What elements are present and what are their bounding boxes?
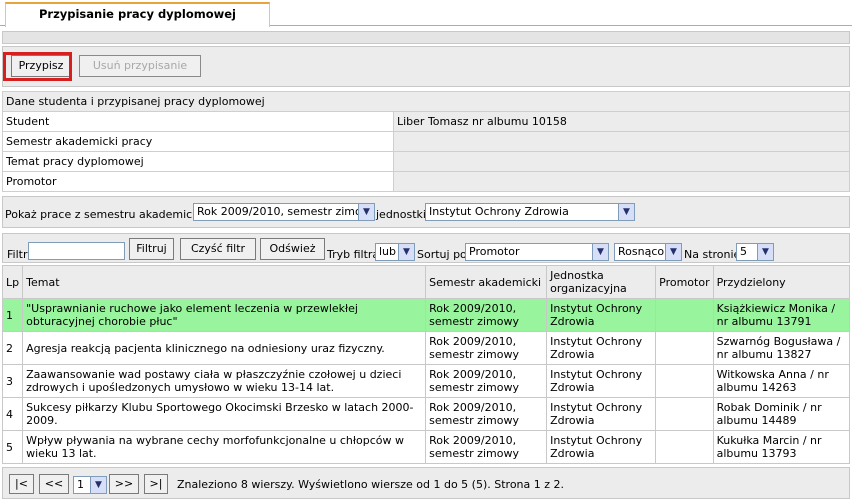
semester-filter-label: Pokaż prace z semestru akademickiego	[5, 208, 223, 221]
filter-button[interactable]: Filtruj	[129, 238, 174, 260]
details-value-student: Liber Tomasz nr albumu 10158	[393, 111, 850, 132]
per-page-select[interactable]: 5 ▼	[736, 243, 774, 261]
prev-page-button[interactable]: <<	[39, 474, 69, 494]
cell-promotor	[655, 364, 714, 398]
cell-promotor	[655, 397, 714, 431]
column-header-promotor[interactable]: Promotor	[655, 265, 714, 299]
filter-mode-select[interactable]: lub ▼	[375, 243, 415, 261]
cell-jednostka: Instytut Ochrony Zdrowia	[546, 397, 657, 431]
details-label-topic: Temat pracy dyplomowej	[2, 151, 394, 172]
cell-semestr: Rok 2009/2010, semestr zimowy	[425, 364, 548, 398]
cell-temat: Zaawansowanie wad postawy ciała w płaszc…	[22, 364, 427, 398]
details-label-promotor: Promotor	[2, 171, 394, 192]
cell-przydzielony: Robak Dominik / nr albumu 14489	[712, 397, 851, 431]
theses-table: Lp Temat Semestr akademicki Jednostka or…	[1, 265, 851, 464]
chevron-down-icon: ▼	[757, 244, 773, 260]
details-label-semester: Semestr akademicki pracy	[2, 131, 394, 152]
last-page-button[interactable]: >|	[144, 474, 168, 494]
sort-select[interactable]: Promotor ▼	[465, 243, 609, 261]
unassign-button: Usuń przypisanie	[79, 55, 201, 77]
cell-temat: Sukcesy piłkarzy Klubu Sportowego Okocim…	[22, 397, 427, 431]
details-header: Dane studenta i przypisanej pracy dyplom…	[2, 91, 850, 112]
cell-jednostka: Instytut Ochrony Zdrowia	[546, 298, 657, 332]
column-header-temat[interactable]: Temat	[22, 265, 427, 299]
cell-lp: 4	[1, 397, 24, 431]
chevron-down-icon: ▼	[358, 204, 374, 220]
pager: |< << 1 ▼ >> >| Znaleziono 8 wierszy. Wy…	[2, 467, 850, 499]
refresh-button[interactable]: Odśwież	[260, 238, 325, 260]
filter-mode-label: Tryb filtra	[327, 248, 380, 261]
list-filter-bar: Filtr Filtruj Czyść filtr Odśwież Tryb f…	[2, 233, 850, 263]
filter-input[interactable]	[28, 242, 125, 260]
order-select-value: Rosnąco	[618, 245, 665, 258]
cell-przydzielony: Witkowska Anna / nr albumu 14263	[712, 364, 851, 398]
chevron-down-icon: ▼	[592, 244, 608, 260]
semester-select[interactable]: Rok 2009/2010, semestr zimowy ▼	[193, 203, 375, 221]
tab-przypisanie[interactable]: Przypisanie pracy dyplomowej	[5, 2, 270, 27]
cell-jednostka: Instytut Ochrony Zdrowia	[546, 331, 657, 365]
cell-lp: 5	[1, 430, 24, 464]
details-value-promotor	[393, 171, 850, 192]
sort-label: Sortuj po	[417, 248, 467, 261]
cell-promotor	[655, 331, 714, 365]
cell-semestr: Rok 2009/2010, semestr zimowy	[425, 331, 548, 365]
table-row[interactable]: 4 Sukcesy piłkarzy Klubu Sportowego Okoc…	[1, 397, 851, 431]
cell-jednostka: Instytut Ochrony Zdrowia	[546, 430, 657, 464]
page-select[interactable]: 1 ▼	[73, 476, 107, 494]
status-strip	[2, 31, 850, 44]
toolbar: Przypisz Usuń przypisanie	[2, 46, 850, 87]
filter-label: Filtr	[7, 248, 28, 261]
cell-semestr: Rok 2009/2010, semestr zimowy	[425, 397, 548, 431]
cell-promotor	[655, 430, 714, 464]
cell-lp: 2	[1, 331, 24, 365]
chevron-down-icon: ▼	[618, 204, 634, 220]
cell-temat: Agresja reakcją pacjenta klinicznego na …	[22, 331, 427, 365]
cell-temat: Wpływ pływania na wybrane cechy morfofun…	[22, 430, 427, 464]
next-page-button[interactable]: >>	[109, 474, 139, 494]
details-value-semester	[393, 131, 850, 152]
column-header-semestr[interactable]: Semestr akademicki	[425, 265, 548, 299]
cell-semestr: Rok 2009/2010, semestr zimowy	[425, 298, 548, 332]
cell-przydzielony: Książkiewicz Monika / nr albumu 13791	[712, 298, 851, 332]
chevron-down-icon: ▼	[665, 244, 681, 260]
page-select-value: 1	[77, 478, 84, 491]
table-row[interactable]: 3 Zaawansowanie wad postawy ciała w płas…	[1, 364, 851, 398]
semester-filter-bar: Pokaż prace z semestru akademickiego Rok…	[2, 196, 850, 228]
cell-przydzielony: Szwarnóg Bogusława / nr albumu 13827	[712, 331, 851, 365]
assign-button-highlight	[3, 52, 72, 81]
tab-bar: Przypisanie pracy dyplomowej	[0, 0, 852, 27]
sort-select-value: Promotor	[469, 245, 520, 258]
filter-mode-value: lub	[379, 245, 397, 258]
column-header-przydzielony[interactable]: Przydzielony	[712, 265, 851, 299]
table-row[interactable]: 2 Agresja reakcją pacjenta klinicznego n…	[1, 331, 851, 365]
per-page-value: 5	[740, 245, 747, 258]
cell-lp: 1	[1, 298, 24, 332]
cell-lp: 3	[1, 364, 24, 398]
first-page-button[interactable]: |<	[9, 474, 34, 494]
table-row[interactable]: 5 Wpływ pływania na wybrane cechy morfof…	[1, 430, 851, 464]
cell-semestr: Rok 2009/2010, semestr zimowy	[425, 430, 548, 464]
clear-filter-button[interactable]: Czyść filtr	[180, 238, 256, 260]
cell-jednostka: Instytut Ochrony Zdrowia	[546, 364, 657, 398]
student-details-table: Dane studenta i przypisanej pracy dyplom…	[2, 91, 850, 192]
chevron-down-icon: ▼	[90, 477, 106, 493]
semester-select-value: Rok 2009/2010, semestr zimowy	[197, 205, 375, 218]
column-header-lp[interactable]: Lp	[1, 265, 24, 299]
pager-summary: Znaleziono 8 wierszy. Wyświetlono wiersz…	[177, 478, 565, 491]
cell-promotor	[655, 298, 714, 332]
order-select[interactable]: Rosnąco ▼	[614, 243, 682, 261]
chevron-down-icon: ▼	[398, 244, 414, 260]
cell-przydzielony: Kukułka Marcin / nr albumu 13793	[712, 430, 851, 464]
column-header-jednostka[interactable]: Jednostka organizacyjna	[546, 265, 657, 299]
unit-label: jednostki	[376, 208, 426, 221]
details-label-student: Student	[2, 111, 394, 132]
unit-select[interactable]: Instytut Ochrony Zdrowia ▼	[425, 203, 635, 221]
unit-select-value: Instytut Ochrony Zdrowia	[429, 205, 569, 218]
per-page-label: Na stronie	[684, 248, 741, 261]
details-value-topic	[393, 151, 850, 172]
cell-temat: "Usprawnianie ruchowe jako element lecze…	[22, 298, 427, 332]
table-row[interactable]: 1 "Usprawnianie ruchowe jako element lec…	[1, 298, 851, 332]
